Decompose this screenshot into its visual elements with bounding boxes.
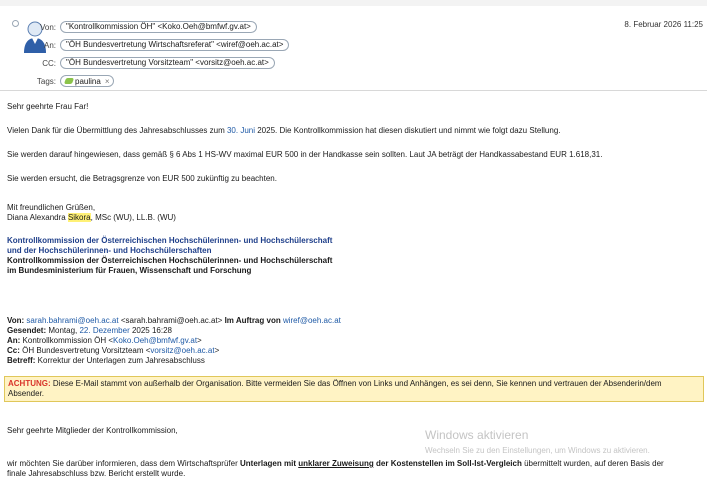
from-label: Von: <box>39 22 56 32</box>
quoted-from-label: Von: <box>7 316 25 325</box>
quoted-subject: Betreff: Korrektur der Unterlagen zum Ja… <box>7 356 205 365</box>
tag-icon <box>63 78 75 84</box>
quoted-to: An: Kontrollkommission ÖH <Koko.Oeh@bmfw… <box>7 336 202 345</box>
quoted-to-email[interactable]: Koko.Oeh@bmfwf.gv.at <box>113 336 197 345</box>
header-cc-row: CC: "ÖH Bundesvertretung Vorsitzteam" <v… <box>34 57 275 69</box>
to-label: An: <box>43 40 56 50</box>
signature-name-first: Diana Alexandra <box>7 213 68 222</box>
quoted-sent-date[interactable]: 22. Dezember <box>79 326 129 335</box>
quoted-subject-label: Betreff: <box>7 356 36 365</box>
quoted-sent-day: Montag, <box>46 326 80 335</box>
quoted-paragraph-text-end: übermittelt wurden, auf deren Basis der <box>521 459 664 468</box>
quoted-to-label: An: <box>7 336 21 345</box>
quoted-from-email-bracket: <sarah.bahrami@oeh.ac.at> <box>120 316 223 325</box>
quoted-paragraph: wir möchten Sie darüber informieren, das… <box>7 459 664 468</box>
warning-label: ACHTUNG: <box>8 379 51 388</box>
quoted-cc-label: Cc: <box>7 346 20 355</box>
cc-label: CC: <box>42 58 56 68</box>
paragraph-thanks-text-end: 2025. Die Kontrollkommission hat diesen … <box>255 126 561 135</box>
tags-label: Tags: <box>36 76 56 86</box>
header-tags-row: Tags: paulina × <box>34 75 115 87</box>
quoted-cc-name: ÖH Bundesvertretung Vorsitzteam < <box>19 346 151 355</box>
header-from-row: Von: "Kontrollkommission ÖH" <Koko.Oeh@b… <box>34 21 257 33</box>
paragraph-request: Sie werden ersucht, die Betragsgrenze vo… <box>7 174 277 183</box>
external-sender-warning: ACHTUNG: Diese E-Mail stammt von außerha… <box>4 376 704 402</box>
quoted-paragraph-bold-2: der Kostenstellen im Soll-Ist-Vergleich <box>373 459 522 468</box>
quoted-cc: Cc: ÖH Bundesvertretung Vorsitzteam <vor… <box>7 346 219 355</box>
org-line-2: und der Hochschülerinnen- und Hochschüle… <box>7 246 212 255</box>
message-header: Von: "Kontrollkommission ÖH" <Koko.Oeh@b… <box>0 6 707 91</box>
quoted-cc-email[interactable]: vorsitz@oeh.ac.at <box>150 346 214 355</box>
closing: Mit freundlichen Grüßen, <box>7 203 96 212</box>
paragraph-thanks: Vielen Dank für die Übermittlung des Jah… <box>7 126 561 135</box>
quoted-on-behalf-email[interactable]: wiref@oeh.ac.at <box>283 316 341 325</box>
signature-name-highlight: Sikora <box>67 213 91 222</box>
quoted-from-email[interactable]: sarah.bahrami@oeh.ac.at <box>26 316 118 325</box>
to-address-pill[interactable]: "ÖH Bundesvertretung Wirtschaftsreferat"… <box>60 39 290 51</box>
org-line-1: Kontrollkommission der Österreichischen … <box>7 236 333 245</box>
message-date: 8. Februar 2026 11:25 <box>624 20 703 29</box>
tag-pill[interactable]: paulina × <box>60 75 115 87</box>
from-address-pill[interactable]: "Kontrollkommission ÖH" <Koko.Oeh@bmfwf.… <box>60 21 257 33</box>
quoted-to-name: Kontrollkommission ÖH < <box>20 336 114 345</box>
quoted-sent-label: Gesendet: <box>7 326 47 335</box>
quoted-paragraph-bold-1: Unterlagen mit <box>239 459 299 468</box>
quoted-paragraph-text: wir möchten Sie darüber informieren, das… <box>7 459 240 468</box>
paragraph-handkasse: Sie werden darauf hingewiesen, dass gemä… <box>7 150 603 159</box>
quoted-sent-time: 2025 16:28 <box>129 326 172 335</box>
windows-activation-subtitle: Wechseln Sie zu den Einstellungen, um Wi… <box>425 446 650 455</box>
quoted-cc-bracket: > <box>214 346 220 355</box>
paragraph-thanks-text: Vielen Dank für die Übermittlung des Jah… <box>7 126 227 135</box>
signature-name-title: , MSc (WU), LL.B. (WU) <box>90 213 176 222</box>
org-line-4: im Bundesministerium für Frauen, Wissens… <box>7 266 252 275</box>
star-icon[interactable] <box>12 20 19 27</box>
quoted-sent: Gesendet: Montag, 22. Dezember 2025 16:2… <box>7 326 172 335</box>
quoted-to-bracket: > <box>197 336 202 345</box>
greeting: Sehr geehrte Frau Far! <box>7 102 89 111</box>
windows-activation-title: Windows aktivieren <box>425 428 529 442</box>
tag-name: paulina <box>75 76 101 86</box>
quoted-from: Von: sarah.bahrami@oeh.ac.at <sarah.bahr… <box>7 316 341 325</box>
cc-address-pill[interactable]: "ÖH Bundesvertretung Vorsitzteam" <vorsi… <box>60 57 275 69</box>
warning-text: Diese E-Mail stammt von außerhalb der Or… <box>8 379 662 398</box>
tag-remove-icon[interactable]: × <box>105 77 110 86</box>
org-line-3: Kontrollkommission der Österreichischen … <box>7 256 333 265</box>
quoted-on-behalf-label: Im Auftrag von <box>222 316 283 325</box>
signature-name: Diana Alexandra Sikora, MSc (WU), LL.B. … <box>7 213 176 222</box>
quoted-greeting: Sehr geehrte Mitglieder der Kontrollkomm… <box>7 426 178 435</box>
date-link[interactable]: 30. Juni <box>227 126 255 135</box>
header-to-row: An: "ÖH Bundesvertretung Wirtschaftsrefe… <box>34 39 290 51</box>
quoted-paragraph-line-2: finale Jahresabschluss bzw. Bericht erst… <box>7 469 186 478</box>
quoted-subject-value: Korrektur der Unterlagen zum Jahresabsch… <box>35 356 205 365</box>
quoted-paragraph-underlined: unklarer Zuweisung <box>298 459 374 468</box>
